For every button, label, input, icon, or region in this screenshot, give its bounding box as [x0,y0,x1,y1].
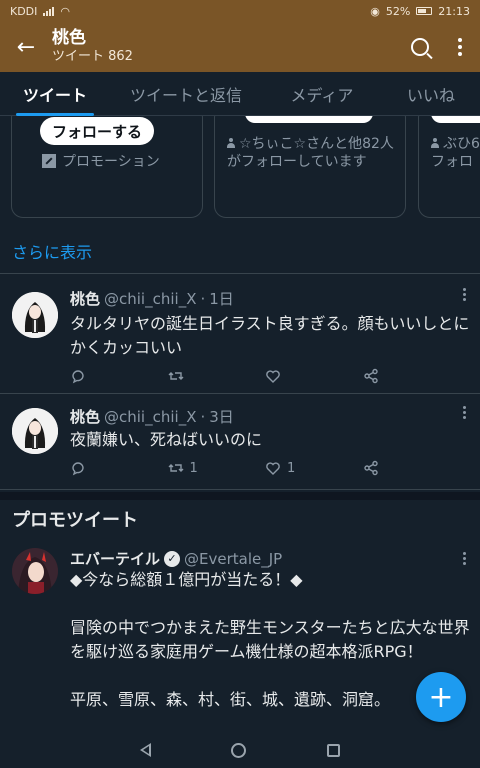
promoted-tweet[interactable]: エバーテイル ✓ @Evertale_JP ◆今なら総額１億円が当たる！◆ 冒険… [0,538,480,732]
show-more-link[interactable]: さらに表示 [0,228,480,274]
person-icon [431,138,439,148]
status-bar: KDDI ◠ ◉ 52% 21:13 [0,0,480,22]
tweet-text: タルタリヤの誕生日イラスト良すぎる。顔もいいしとにかくカッコいい [70,314,470,357]
tweet-text: ◆今なら総額１億円が当たる！◆ 冒険の中でつかまえた野生モンスターたちと広大な世… [70,570,470,709]
verified-badge-icon: ✓ [164,550,181,567]
tab-media[interactable]: メディア [262,72,382,116]
promoted-icon [42,154,56,168]
back-arrow-icon[interactable]: ← [0,22,52,72]
follow-button[interactable] [245,116,373,123]
carrier-label: KDDI [10,4,38,18]
like-button[interactable]: 1 [265,460,363,476]
profile-tabs: ツイート ツイートと返信 メディア いいね [0,72,480,116]
author-handle[interactable]: @Evertale_JP [184,550,282,568]
retweet-count: 1 [189,460,198,476]
tweet[interactable]: 桃色 @chii_chii_X · 1日 タルタリヤの誕生日イラスト良すぎる。顔… [0,276,480,394]
author-handle[interactable]: @chii_chii_X [104,408,196,426]
heart-icon [266,370,280,383]
tweet-count: ツイート 862 [52,49,133,64]
tweet-more-icon[interactable] [463,552,466,565]
share-button[interactable] [363,460,461,476]
tweet-header: 桃色 @chii_chii_X · 1日 [70,288,234,309]
clock: 21:13 [438,4,470,18]
share-icon [363,368,378,384]
promoted-label: プロモーション [42,151,160,171]
profile-header-bar: ← 桃色 ツイート 862 [0,22,480,72]
share-button[interactable] [363,368,461,384]
tweet-text: 夜蘭嫌い、死ねばいいのに [70,430,263,449]
reply-icon [72,370,84,384]
nav-recents-icon[interactable] [326,743,340,757]
tweet-header: エバーテイル ✓ @Evertale_JP [70,548,282,569]
reply-button[interactable] [70,460,168,476]
like-count: 1 [287,460,296,476]
retweet-icon [168,464,183,472]
follow-button[interactable] [431,116,480,123]
eye-comfort-icon: ◉ [370,4,380,18]
tweet-time: 3日 [209,408,234,426]
follow-button[interactable]: フォローする [40,117,155,145]
who-to-follow-carousel: フォローする プロモーション ☆ちぃこ☆さんと他82人がフォローしています ぶひ… [0,116,480,222]
tweet-header: 桃色 @chii_chii_X · 3日 [70,406,234,427]
avatar[interactable] [12,408,58,454]
person-icon [227,138,235,148]
system-navigation-bar [0,732,480,768]
followers-info: ☆ちぃこ☆さんと他82人がフォローしています [227,136,394,170]
suggestion-card[interactable]: フォローする プロモーション [11,116,203,218]
reply-button[interactable] [70,368,168,384]
like-button[interactable] [265,368,363,384]
compose-tweet-button[interactable]: + [416,672,466,722]
reply-icon [72,462,84,476]
tab-likes[interactable]: いいね [382,72,480,116]
tweet-more-icon[interactable] [463,406,466,419]
tab-tweets[interactable]: ツイート [0,72,110,116]
tweet-actions [70,368,460,384]
battery-percent: 52% [385,4,411,18]
share-icon [363,460,378,476]
signal-icon [43,6,55,16]
author-handle[interactable]: @chii_chii_X [104,290,196,308]
nav-back-icon[interactable] [140,743,152,757]
tab-tweets-and-replies[interactable]: ツイートと返信 [110,72,262,116]
suggestion-card[interactable]: ぶひ6 フォロ [418,116,480,218]
heart-icon [266,462,280,475]
suggestion-card[interactable]: ☆ちぃこ☆さんと他82人がフォローしています [214,116,406,218]
tweet-time: 1日 [209,290,234,308]
avatar[interactable] [12,548,58,594]
promoted-tweets-header: プロモツイート [0,492,480,538]
search-icon[interactable] [400,22,440,72]
avatar[interactable] [12,292,58,338]
more-options-icon[interactable] [440,22,480,72]
profile-name-title: 桃色 [52,28,86,48]
retweet-button[interactable] [168,368,266,384]
nav-home-icon[interactable] [231,742,247,758]
author-name[interactable]: エバーテイル [70,548,160,569]
wifi-icon: ◠ [60,4,71,18]
retweet-icon [168,372,183,380]
retweet-button[interactable]: 1 [168,460,266,476]
tweet-more-icon[interactable] [463,288,466,301]
plus-icon: + [428,679,454,715]
tweet[interactable]: 桃色 @chii_chii_X · 3日 夜蘭嫌い、死ねばいいのに 1 1 [0,394,480,490]
author-name[interactable]: 桃色 [70,406,100,427]
battery-icon [416,7,433,15]
author-name[interactable]: 桃色 [70,288,100,309]
tweet-actions: 1 1 [70,460,460,476]
followers-info: ぶひ6 フォロ [431,136,480,170]
